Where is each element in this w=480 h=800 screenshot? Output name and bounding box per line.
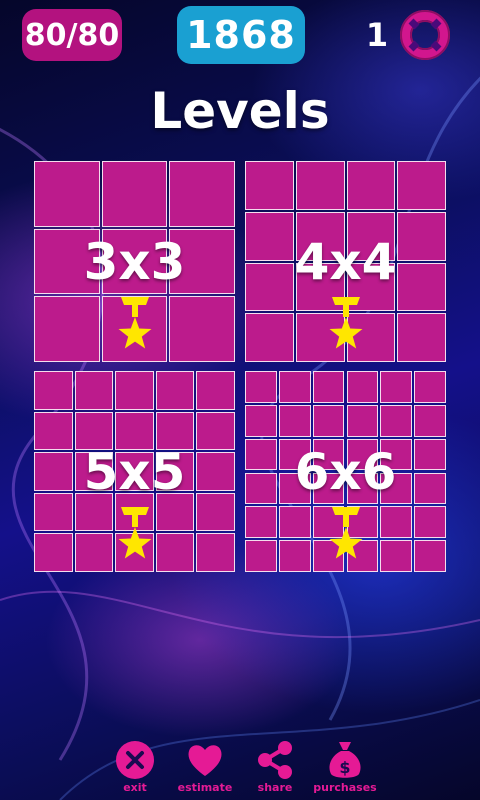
grid-cell — [397, 313, 446, 362]
grid-cell — [74, 533, 114, 572]
grid-cell — [34, 296, 100, 362]
estimate-button[interactable]: estimate — [165, 740, 245, 800]
grid-cell — [169, 296, 235, 362]
level-label: 6x6 — [294, 443, 397, 501]
heart-icon — [188, 745, 222, 776]
grid-cell — [346, 371, 379, 403]
grid-cell — [380, 371, 413, 403]
grid-cell — [245, 506, 277, 539]
grid-cell — [245, 404, 277, 437]
score-badge: 1868 — [177, 6, 305, 64]
share-icon — [258, 741, 292, 779]
svg-text:$: $ — [339, 758, 350, 777]
grid-cell — [278, 404, 311, 437]
level-label: 5x5 — [83, 443, 186, 501]
grid-cell — [155, 371, 195, 410]
grid-cell — [34, 161, 100, 227]
grid-cell — [312, 404, 345, 437]
purchases-label: purchases — [313, 781, 377, 794]
exit-label: exit — [123, 781, 147, 794]
grid-cell — [245, 161, 294, 210]
levels-progress-badge: 80/80 — [22, 9, 122, 61]
grid-cell — [74, 371, 114, 410]
level-label: 3x3 — [83, 233, 186, 291]
grid-cell — [101, 161, 168, 227]
grid-cell — [380, 404, 413, 437]
money-bag-icon: $ — [329, 742, 361, 778]
level-4x4-button[interactable]: 4x4 — [245, 161, 446, 362]
grid-cell — [414, 540, 446, 572]
grid-cell — [169, 161, 235, 227]
grid-cell — [278, 371, 311, 403]
grid-cell — [196, 533, 235, 572]
grid-cell — [414, 371, 446, 403]
grid-cell — [34, 371, 73, 410]
level-label: 4x4 — [294, 233, 397, 291]
score-text: 1868 — [186, 13, 296, 57]
purchases-button[interactable]: $ purchases — [305, 740, 385, 800]
hint-count: 1 — [365, 16, 389, 54]
star-medal-icon — [118, 507, 152, 559]
star-medal-icon — [329, 297, 363, 349]
grid-cell — [115, 371, 154, 410]
grid-cell — [295, 161, 345, 210]
close-icon — [116, 741, 154, 779]
grid-cell — [196, 371, 235, 410]
grid-cell — [346, 161, 396, 210]
grid-cell — [278, 506, 311, 539]
grid-cell — [346, 404, 379, 437]
level-6x6-button[interactable]: 6x6 — [245, 371, 446, 572]
level-3x3-button[interactable]: 3x3 — [34, 161, 235, 362]
star-medal-icon — [118, 297, 152, 349]
estimate-label: estimate — [177, 781, 233, 794]
grid-cell — [380, 506, 413, 539]
exit-button[interactable]: exit — [95, 740, 175, 800]
grid-cell — [414, 506, 446, 539]
grid-cell — [414, 404, 446, 437]
grid-cell — [312, 371, 345, 403]
share-button[interactable]: share — [235, 740, 315, 800]
grid-cell — [245, 540, 277, 572]
levels-progress-text: 80/80 — [24, 17, 120, 53]
grid-cell — [380, 540, 413, 572]
grid-cell — [34, 533, 73, 572]
share-label: share — [257, 781, 293, 794]
lifebuoy-icon[interactable] — [400, 10, 450, 60]
grid-cell — [245, 313, 294, 362]
page-title: Levels — [150, 82, 330, 140]
star-medal-icon — [329, 507, 363, 559]
grid-cell — [155, 533, 195, 572]
grid-cell — [278, 540, 311, 572]
level-5x5-button[interactable]: 5x5 — [34, 371, 235, 572]
grid-cell — [397, 161, 446, 210]
grid-cell — [245, 371, 277, 403]
